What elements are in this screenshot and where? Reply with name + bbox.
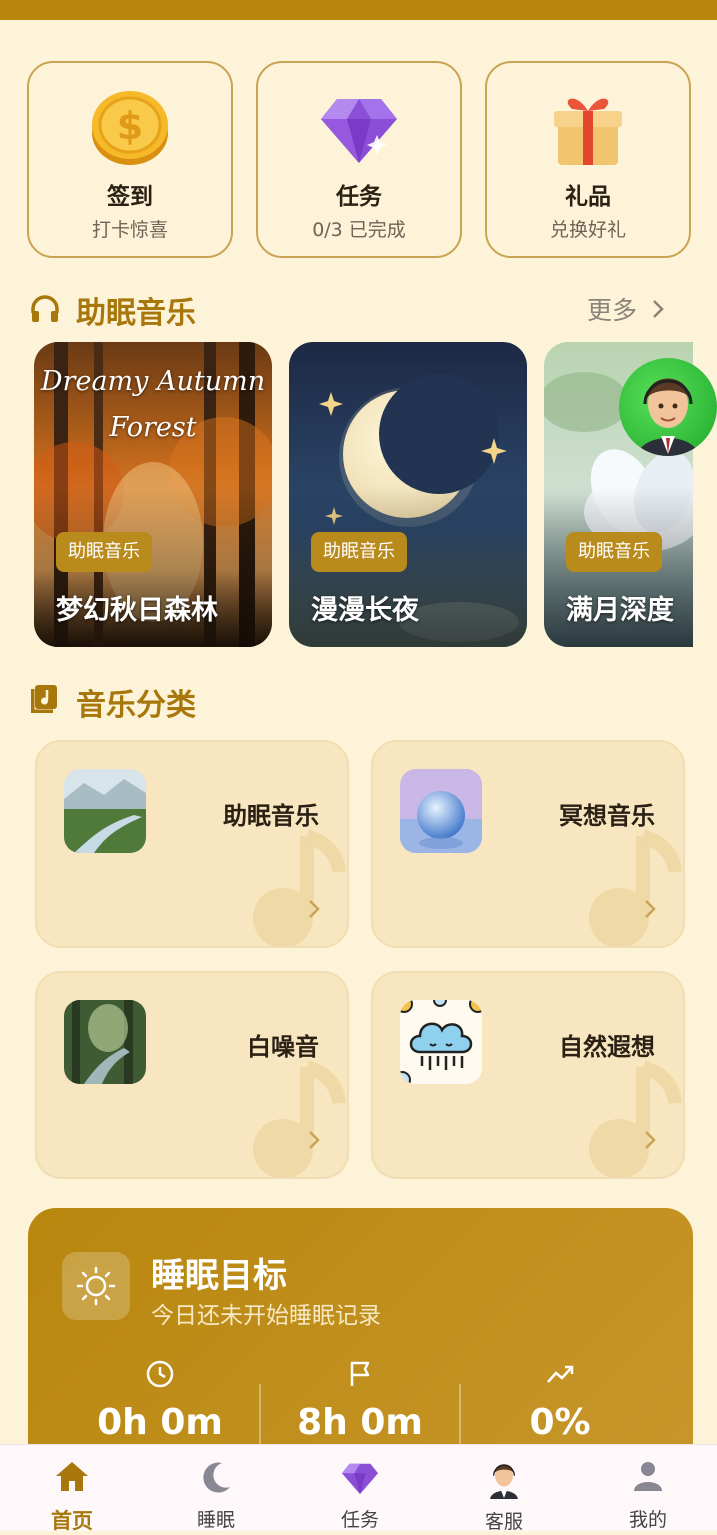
nav-profile[interactable]: 我的 (588, 1445, 708, 1531)
home-icon (56, 1462, 88, 1491)
sleep-music-title: 助眠音乐 (76, 296, 196, 331)
card-tag: 助眠音乐 (311, 532, 407, 572)
task-progress: 0/3 已完成 (312, 219, 406, 241)
stat-value: 0% (529, 1402, 591, 1443)
agent-avatar-icon (637, 378, 699, 456)
chevron-right-icon[interactable] (307, 898, 321, 920)
nav-label: 我的 (628, 1509, 667, 1531)
card-name: 梦幻秋日森林 (56, 595, 218, 626)
stat-value: 8h 0m (297, 1402, 423, 1443)
category-sleep-music[interactable]: 助眠音乐 (35, 740, 349, 948)
sun-icon (76, 1266, 116, 1306)
sun-icon-box (62, 1252, 130, 1320)
clock-icon (146, 1360, 174, 1388)
floating-customer-service-button[interactable] (619, 358, 717, 456)
nav-home[interactable]: 首页 (12, 1445, 132, 1533)
flag-icon (350, 1361, 370, 1386)
nav-tasks[interactable]: 任务 (300, 1445, 420, 1531)
checkin-subtitle: 打卡惊喜 (91, 219, 168, 241)
task-title: 任务 (336, 184, 382, 210)
gift-icon (554, 98, 622, 165)
agent-avatar-icon (490, 1464, 518, 1499)
gift-title: 礼品 (565, 184, 611, 210)
nav-customer-service[interactable]: 客服 (444, 1445, 564, 1533)
sleep-goal-title: 睡眠目标 (151, 1256, 287, 1296)
card-tag: 助眠音乐 (56, 532, 152, 572)
more-link[interactable]: 更多 (587, 291, 637, 327)
card-tag: 助眠音乐 (566, 532, 662, 572)
music-note-icon (31, 685, 57, 713)
nav-label: 睡眠 (196, 1509, 235, 1531)
category-nature-reverie[interactable]: 自然遐想 (371, 971, 685, 1179)
task-card[interactable]: 任务 0/3 已完成 (256, 61, 462, 258)
coin-icon: $ (92, 91, 168, 165)
crystal-orb-thumbnail (400, 769, 482, 853)
diamond-icon (321, 99, 397, 163)
category-meditation-music[interactable]: 冥想音乐 (371, 740, 685, 948)
chevron-right-icon[interactable] (651, 297, 665, 321)
nav-label: 任务 (340, 1509, 379, 1531)
music-card-long-night[interactable]: 助眠音乐 漫漫长夜 (289, 342, 527, 647)
card-name: 漫漫长夜 (311, 595, 419, 626)
chevron-right-icon[interactable] (643, 1129, 657, 1151)
chevron-right-icon[interactable] (307, 1129, 321, 1151)
forest-creek-thumbnail (64, 1000, 146, 1084)
status-bar (0, 0, 717, 20)
music-card-autumn-forest[interactable]: Dreamy Autumn Forest 助眠音乐 梦幻秋日森林 (34, 342, 272, 647)
card-name: 满月深度 (566, 595, 674, 626)
category-white-noise[interactable]: 白噪音 (35, 971, 349, 1179)
gift-subtitle: 兑换好礼 (549, 219, 626, 241)
person-icon (634, 1462, 662, 1491)
music-note-watermark-icon (253, 829, 346, 946)
headphones-icon (31, 295, 59, 322)
music-note-watermark-icon (589, 829, 682, 946)
trend-icon (547, 1365, 574, 1383)
checkin-title: 签到 (107, 184, 153, 210)
sleep-goal-subtitle: 今日还未开始睡眠记录 (151, 1303, 381, 1329)
card-art-title-2: Forest (109, 412, 197, 443)
music-note-watermark-icon (589, 1060, 682, 1177)
nav-label: 首页 (51, 1509, 93, 1533)
card-art-title-1: Dreamy Autumn (40, 366, 266, 397)
music-note-watermark-icon (253, 1060, 346, 1177)
gift-card[interactable]: 礼品 兑换好礼 (485, 61, 691, 258)
bottom-navigation: 首页 睡眠 任务 客服 我的 (0, 1444, 717, 1533)
cloud-cartoon-thumbnail (400, 1000, 482, 1084)
nav-sleep[interactable]: 睡眠 (156, 1445, 276, 1531)
music-categories-title: 音乐分类 (76, 688, 196, 723)
misty-stream-thumbnail (64, 769, 146, 853)
chevron-right-icon[interactable] (643, 898, 657, 920)
svg-text:$: $ (117, 104, 143, 148)
moon-icon (203, 1462, 230, 1493)
diamond-icon (341, 1463, 379, 1495)
checkin-card[interactable]: $ 签到 打卡惊喜 (27, 61, 233, 258)
stat-value: 0h 0m (97, 1402, 223, 1443)
